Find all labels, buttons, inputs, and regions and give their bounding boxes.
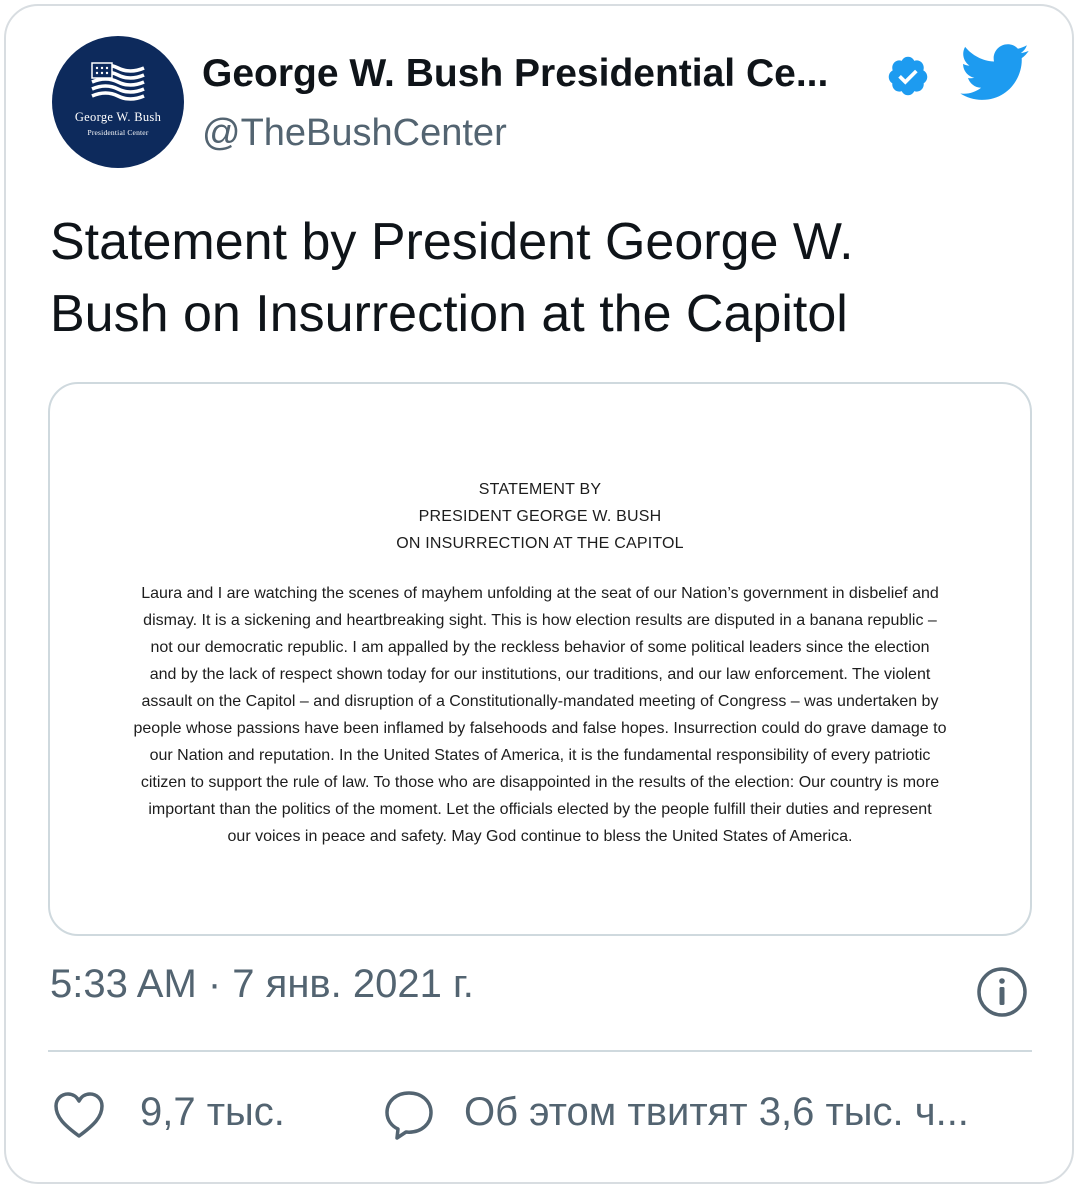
avatar[interactable]: George W. Bush Presidential Center xyxy=(52,36,184,168)
tweet-text: Statement by President George W. Bush on… xyxy=(50,206,1010,350)
like-count[interactable]: 9,7 тыс. xyxy=(140,1090,285,1135)
statement-body-line: dismay. It is a sickening and heartbreak… xyxy=(143,612,937,629)
statement-body-line: and by the lack of respect shown today f… xyxy=(149,666,931,683)
statement-heading-line: PRESIDENT GEORGE W. BUSH xyxy=(418,508,662,525)
speech-bubble-icon[interactable] xyxy=(382,1088,436,1142)
divider xyxy=(48,1050,1032,1052)
tweet-text-line: Statement by President George W. xyxy=(50,213,854,271)
statement-image[interactable]: STATEMENT BY PRESIDENT GEORGE W. BUSH ON… xyxy=(48,382,1032,936)
account-handle[interactable]: @TheBushCenter xyxy=(202,112,507,155)
statement-body-line: citizen to support the rule of law. To t… xyxy=(140,774,940,791)
verified-badge-icon xyxy=(888,56,928,96)
statement-heading-line: STATEMENT BY xyxy=(478,481,602,498)
statement-body-line: people whose passions have been inflamed… xyxy=(133,720,947,737)
statement-body: Laura and I are watching the scenes of m… xyxy=(70,580,1010,850)
statement-heading-line: ON INSURRECTION AT THE CAPITOL xyxy=(396,535,684,552)
flag-logo-icon xyxy=(91,62,145,101)
avatar-logo-name: George W. Bush xyxy=(74,110,162,124)
statement-body-line: Laura and I are watching the scenes of m… xyxy=(141,585,939,602)
twitter-bird-icon[interactable] xyxy=(960,44,1030,102)
display-name[interactable]: George W. Bush Presidential Ce... xyxy=(202,52,828,96)
statement-body-line: our Nation and reputation. In the United… xyxy=(149,747,931,764)
discussing-tweet-link[interactable]: Об этом твитят 3,6 тыс. ч... xyxy=(464,1090,969,1135)
avatar-logo-subtitle: Presidential Center xyxy=(87,128,149,137)
tweet-text-line: Bush on Insurrection at the Capitol xyxy=(50,285,848,343)
tweet-timestamp[interactable]: 5:33 AM · 7 янв. 2021 г. xyxy=(50,962,474,1007)
statement-body-line: assault on the Capitol – and disruption … xyxy=(141,693,939,710)
statement-body-line: our voices in peace and safety. May God … xyxy=(227,828,853,845)
statement-heading: STATEMENT BY PRESIDENT GEORGE W. BUSH ON… xyxy=(50,476,1030,557)
heart-icon[interactable] xyxy=(52,1090,106,1140)
info-icon[interactable] xyxy=(976,966,1028,1018)
statement-body-line: important than the politics of the momen… xyxy=(148,801,932,818)
statement-body-line: not our democratic republic. I am appall… xyxy=(150,639,930,656)
